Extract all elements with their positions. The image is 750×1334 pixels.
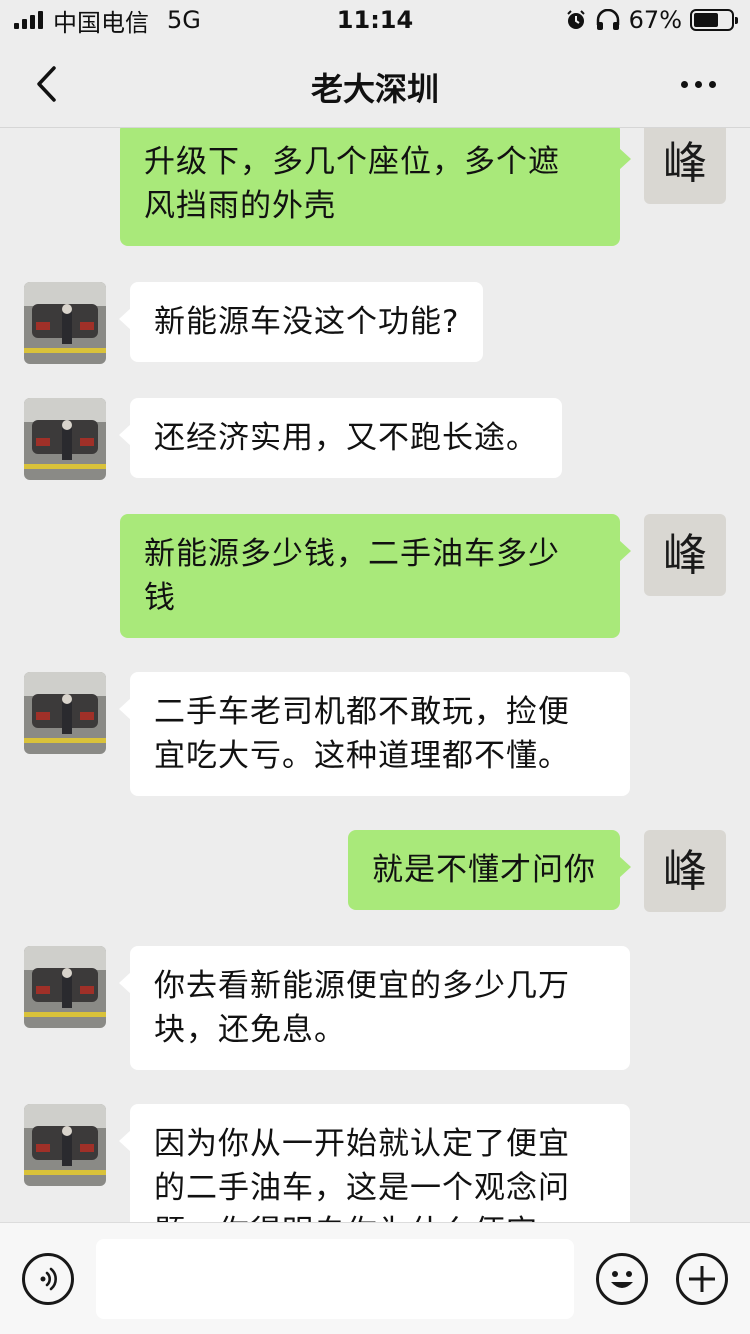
more-dot	[708, 80, 716, 88]
message-line: 题，你得明白你为什么便宜	[154, 1210, 606, 1222]
message-line: 块，还免息。	[154, 1012, 346, 1048]
message-bubble[interactable]: 你去看新能源便宜的多少几万 块，还免息。	[119, 946, 630, 1070]
message-bubble[interactable]: 二手车老司机都不敢玩，捡便 宜吃大亏。这种道理都不懂。	[119, 672, 630, 796]
car-photo-avatar	[24, 672, 106, 754]
message-line: 升级下，多几个座位，多个遮	[144, 144, 560, 180]
avatar-self[interactable]: 峰	[644, 128, 726, 204]
avatar-glyph: 峰	[663, 846, 707, 897]
back-button[interactable]	[22, 60, 70, 108]
battery-icon	[690, 9, 738, 31]
message-list[interactable]: 升级下，多几个座位，多个遮 风挡雨的外壳 峰 新能源车没这个功能? 还经济实用，…	[0, 128, 750, 1222]
car-photo-avatar	[24, 282, 106, 364]
car-photo-avatar	[24, 1104, 106, 1186]
message-input[interactable]	[96, 1239, 574, 1319]
status-right: 67%	[565, 6, 738, 34]
message-bubble[interactable]: 因为你从一开始就认定了便宜 的二手油车，这是一个观念问 题，你得明白你为什么便宜	[119, 1104, 630, 1222]
plus-button[interactable]	[676, 1253, 728, 1305]
voice-icon	[40, 1267, 57, 1291]
car-photo-avatar	[24, 946, 106, 1028]
avatar-contact[interactable]	[24, 946, 106, 1028]
battery-percentage: 67%	[628, 6, 682, 34]
avatar-glyph: 峰	[663, 530, 707, 581]
message-bubble[interactable]: 升级下，多几个座位，多个遮 风挡雨的外壳	[120, 128, 631, 246]
avatar-contact[interactable]	[24, 398, 106, 480]
message-line: 新能源多少钱，二手油车多少	[144, 536, 560, 572]
avatar-contact[interactable]	[24, 282, 106, 364]
chat-title: 老大深圳	[310, 70, 439, 108]
message-line: 二手车老司机都不敢玩，捡便	[154, 694, 570, 730]
headphones-icon	[596, 9, 619, 30]
message-bubble[interactable]: 新能源多少钱，二手油车多少 钱	[120, 514, 631, 638]
avatar-contact[interactable]	[24, 672, 106, 754]
message-bubble[interactable]: 就是不懂才问你	[348, 830, 631, 910]
avatar-self[interactable]: 峰	[644, 830, 726, 912]
emoji-button[interactable]	[596, 1253, 648, 1305]
message-bubble[interactable]: 新能源车没这个功能?	[118, 282, 484, 362]
battery-level-fill	[694, 13, 719, 27]
more-options-button[interactable]	[668, 60, 728, 108]
chevron-left-icon	[37, 66, 56, 102]
voice-button[interactable]	[22, 1253, 74, 1305]
message-line: 风挡雨的外壳	[144, 188, 336, 224]
alarm-icon	[566, 10, 585, 29]
message-line: 就是不懂才问你	[372, 852, 596, 888]
avatar-glyph: 峰	[663, 138, 707, 189]
message-line: 钱	[144, 580, 176, 616]
message-line: 宜吃大亏。这种道理都不懂。	[154, 738, 570, 774]
more-dot	[694, 80, 702, 88]
status-bar: 中国电信 5G 11:14 67%	[0, 0, 750, 40]
avatar-self[interactable]: 峰	[644, 514, 726, 596]
car-photo-avatar	[24, 398, 106, 480]
message-line: 你去看新能源便宜的多少几万	[154, 968, 570, 1004]
message-bubble[interactable]: 还经济实用，又不跑长途。	[119, 398, 562, 478]
chat-header: 老大深圳	[0, 40, 750, 128]
message-line: 的二手油车，这是一个观念问	[154, 1170, 570, 1206]
input-bar	[0, 1222, 750, 1334]
avatar-contact[interactable]	[24, 1104, 106, 1186]
message-line: 因为你从一开始就认定了便宜	[154, 1126, 570, 1162]
message-line: 新能源车没这个功能?	[154, 304, 460, 340]
more-dot	[680, 80, 688, 88]
emoji-icon	[611, 1271, 633, 1288]
message-line: 还经济实用，又不跑长途。	[154, 420, 538, 456]
